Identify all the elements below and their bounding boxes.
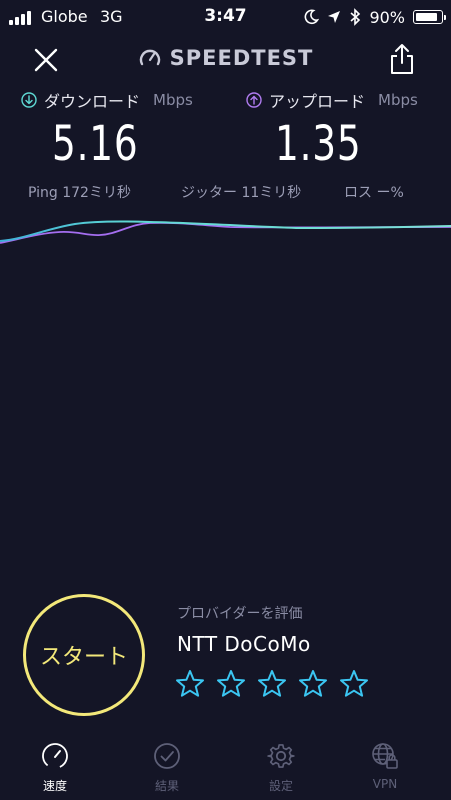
stats-row: Ping 172ミリ秒 ジッター 11ミリ秒 ロス ー% [0, 182, 451, 204]
battery-percent: 90% [369, 7, 405, 27]
upload-speed-value: 1.35 [275, 116, 362, 172]
gear-icon [267, 744, 295, 768]
battery-icon [413, 10, 446, 24]
moon-icon [305, 9, 320, 25]
header: SPEEDTEST [0, 34, 451, 86]
speedtest-screen: Globe 3G 3:47 90% SPEEDTEST ダウンロード Mbps … [0, 0, 451, 800]
tab-vpn[interactable]: VPN [345, 735, 425, 797]
tab-speed-label: 速度 [42, 779, 67, 793]
upload-label-text: アップロード [269, 92, 366, 111]
tab-speed[interactable]: 速度 [15, 735, 95, 797]
rating-star-icon[interactable] [297, 668, 329, 700]
ping-stat: Ping 172ミリ秒 [28, 185, 131, 201]
packet-loss-stat: ロス ー% [344, 185, 404, 201]
download-speed-value: 5.16 [52, 116, 139, 172]
isp-name: NTT DoCoMo [177, 632, 311, 656]
tab-vpn-label: VPN [372, 777, 398, 791]
rating-stars [174, 668, 370, 700]
download-label-text: ダウンロード [44, 92, 141, 111]
vpn-lock-icon [372, 743, 398, 769]
logo-text: SPEEDTEST [169, 46, 314, 70]
tab-settings[interactable]: 設定 [241, 735, 321, 797]
start-button[interactable]: スタート [23, 594, 145, 716]
share-icon[interactable] [387, 42, 417, 76]
status-bar: Globe 3G 3:47 90% [0, 0, 451, 34]
checkmark-circle-icon [154, 743, 180, 769]
rating-star-icon[interactable] [338, 668, 370, 700]
jitter-stat: ジッター 11ミリ秒 [181, 185, 302, 201]
upload-arrow-icon [246, 92, 262, 108]
upload-label: アップロード Mbps [246, 89, 418, 111]
download-arrow-icon [21, 92, 37, 108]
tab-results-label: 結果 [154, 779, 179, 793]
rate-provider-title: プロバイダーを評価 [177, 606, 303, 622]
download-unit: Mbps [153, 91, 193, 109]
rating-star-icon[interactable] [215, 668, 247, 700]
bluetooth-icon [350, 8, 361, 26]
tab-results[interactable]: 結果 [127, 735, 207, 797]
speedometer-icon [42, 743, 68, 769]
status-right-group: 90% [303, 5, 446, 29]
start-button-label: スタート [39, 645, 128, 670]
speedtest-logo: SPEEDTEST [0, 46, 451, 70]
speed-graph [0, 220, 451, 244]
speedometer-logo-icon [139, 49, 160, 66]
upload-unit: Mbps [378, 91, 418, 109]
rating-star-icon[interactable] [256, 668, 288, 700]
rating-star-icon[interactable] [174, 668, 206, 700]
tab-bar: 速度 結果 設定 VPN [0, 735, 451, 800]
location-arrow-icon [328, 11, 341, 23]
tab-settings-label: 設定 [268, 779, 293, 793]
download-label: ダウンロード Mbps [21, 89, 193, 111]
